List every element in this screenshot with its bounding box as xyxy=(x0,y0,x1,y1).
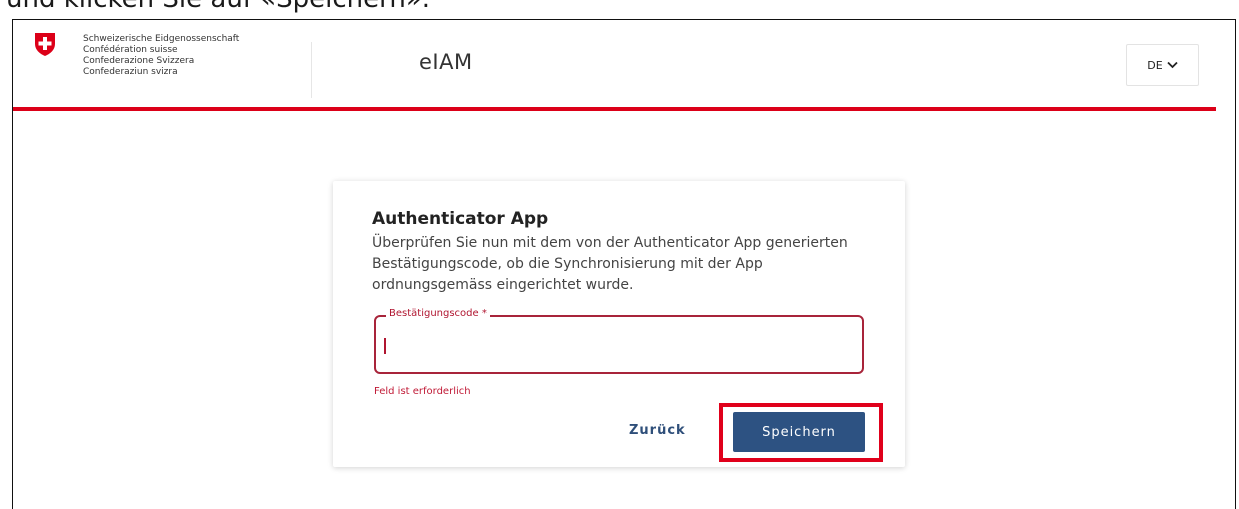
header-red-bar xyxy=(13,107,1216,111)
logo-line-de: Schweizerische Eidgenossenschaft xyxy=(83,34,240,44)
language-label: DE xyxy=(1147,58,1163,72)
logo-line-fr: Confédération suisse xyxy=(83,45,178,55)
browser-frame: Schweizerische Eidgenossenschaft Confédé… xyxy=(12,19,1236,509)
swiss-cross-logo-icon xyxy=(35,33,55,56)
confirmation-code-field: Bestätigungscode * xyxy=(374,308,864,374)
confederation-name: Schweizerische Eidgenossenschaft Confédé… xyxy=(83,34,239,78)
logo-line-rm: Confederaziun svizra xyxy=(83,67,178,77)
confirmation-code-label: Bestätigungscode * xyxy=(386,308,490,319)
confirmation-code-input[interactable] xyxy=(382,335,850,357)
authenticator-card: Authenticator App Überprüfen Sie nun mit… xyxy=(333,181,905,467)
language-selector[interactable]: DE xyxy=(1126,44,1199,86)
save-button[interactable]: Speichern xyxy=(733,412,865,452)
text-caret xyxy=(384,338,386,354)
card-description: Überprüfen Sie nun mit dem von der Authe… xyxy=(372,235,848,293)
logo-line-it: Confederazione Svizzera xyxy=(83,56,195,66)
instruction-caption: und klicken Sie auf «Speichern». xyxy=(6,0,430,14)
header-divider xyxy=(311,42,312,98)
field-error-message: Feld ist erforderlich xyxy=(374,386,471,397)
site-header: Schweizerische Eidgenossenschaft Confédé… xyxy=(13,20,1216,108)
chevron-down-icon xyxy=(1167,61,1178,69)
back-button[interactable]: Zurück xyxy=(629,423,686,438)
app-title: eIAM xyxy=(419,50,473,74)
card-title: Authenticator App xyxy=(372,209,549,229)
